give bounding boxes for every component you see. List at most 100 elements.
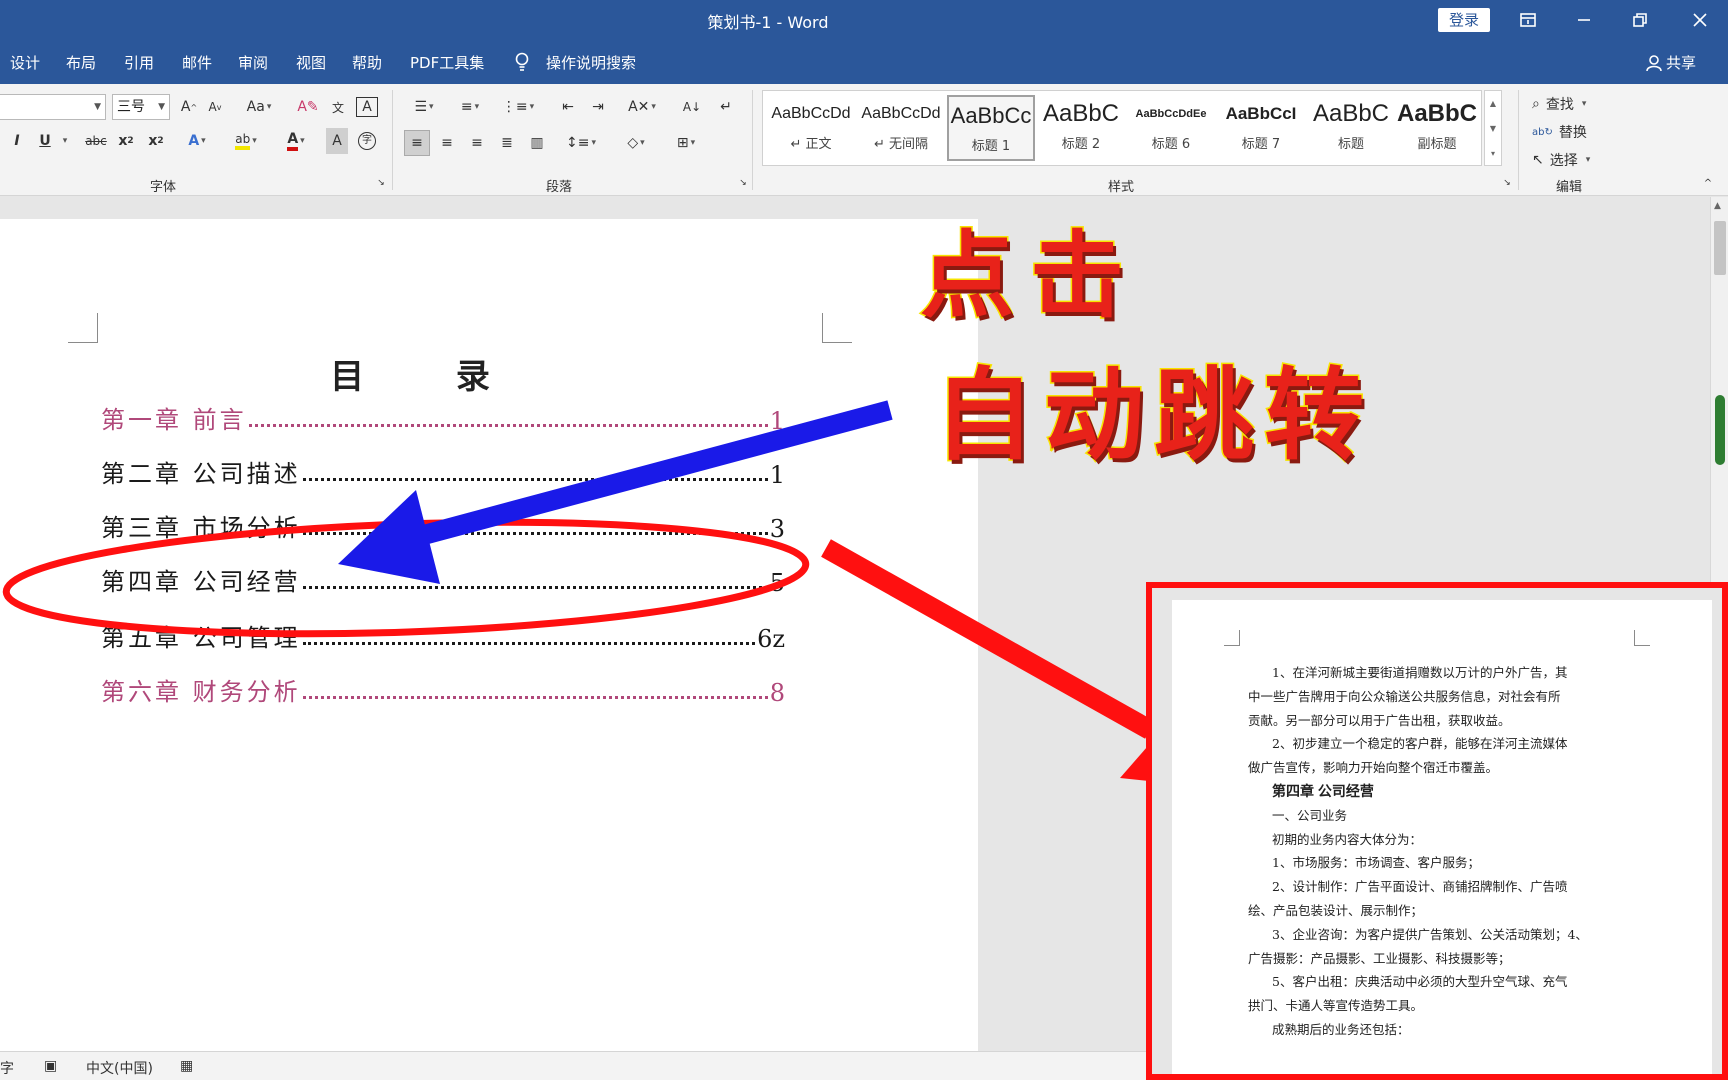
style-name: ↵ 正文 (790, 137, 832, 152)
find-button[interactable]: ⌕ 查找 ▾ (1532, 94, 1586, 114)
style-subtitle[interactable]: AaBbC 副标题 (1393, 95, 1481, 161)
scroll-thumb[interactable] (1714, 221, 1726, 275)
distributed-icon[interactable]: ▥ (524, 130, 550, 156)
toc-entry[interactable]: 第五章 公司管理 6z (101, 619, 785, 653)
restore-icon[interactable] (1612, 0, 1668, 40)
style-title[interactable]: AaBbC 标题 (1307, 95, 1395, 161)
share-button[interactable]: 共享 (1646, 52, 1696, 73)
align-center-icon[interactable]: ≡ (434, 130, 460, 156)
style-no-spacing[interactable]: AaBbCcDd ↵ 无间隔 (857, 95, 945, 161)
font-size-combo[interactable]: 三号 ▼ (112, 94, 170, 120)
tab-design[interactable]: 设计 (10, 52, 40, 73)
preview-chapter-heading: 第四章 公司经营 (1272, 783, 1374, 799)
toc-entry[interactable]: 第六章 财务分析 8 (101, 673, 785, 707)
style-name: ↵ 无间隔 (873, 137, 929, 152)
style-normal[interactable]: AaBbCcDd ↵ 正文 (767, 95, 855, 161)
italic-icon[interactable]: I (8, 128, 26, 154)
language-indicator[interactable]: 中文(中国) (86, 1058, 153, 1078)
style-name: 标题 2 (1061, 137, 1101, 152)
tab-mailings[interactable]: 邮件 (182, 52, 212, 73)
highlight-color-icon[interactable]: ab ▾ (228, 128, 264, 154)
align-right-icon[interactable]: ≡ (464, 130, 490, 156)
superscript-icon[interactable]: x2 (146, 128, 166, 154)
style-sample: AaBbCcDd (771, 105, 851, 122)
tab-references[interactable]: 引用 (124, 52, 154, 73)
show-marks-icon[interactable]: ↵ (714, 94, 738, 120)
close-icon[interactable] (1672, 0, 1728, 40)
shrink-font-icon[interactable]: Av (204, 94, 226, 120)
font-name-combo[interactable]: ▼ (0, 94, 106, 120)
font-dialog-launcher-icon[interactable]: ↘ (374, 176, 388, 190)
font-color-icon[interactable]: A ▾ (278, 128, 314, 154)
style-heading-6[interactable]: AaBbCcDdEe 标题 6 (1127, 95, 1215, 161)
lightbulb-icon (514, 52, 530, 76)
ribbon-display-options-icon[interactable] (1500, 0, 1556, 40)
font-size-value: 三号 (117, 99, 145, 115)
tab-pdf-tools[interactable]: PDF工具集 (410, 52, 484, 73)
grow-font-icon[interactable]: A ^ (178, 94, 200, 120)
tell-me-search[interactable]: 操作说明搜索 (546, 52, 636, 73)
minimize-icon[interactable] (1556, 0, 1612, 40)
margin-corner-mark (68, 313, 98, 343)
gallery-more-icon[interactable]: ▾ (1485, 141, 1501, 166)
styles-gallery-scroll[interactable]: ▲ ▼ ▾ (1484, 90, 1502, 166)
style-heading-7[interactable]: AaBbCcI 标题 7 (1217, 95, 1305, 161)
increase-indent-icon[interactable]: ⇥ (586, 94, 610, 120)
shading-icon[interactable]: ◇ ▾ (616, 130, 656, 156)
document-page[interactable]: 目 录 第一章 前言 1 第二章 公司描述 1 第三章 市场分析 3 第四章 公司经营… (0, 219, 978, 1051)
toc-entry[interactable]: 第一章 前言 1 (101, 401, 785, 435)
word-count[interactable]: 字 (0, 1058, 14, 1078)
styles-dialog-launcher-icon[interactable]: ↘ (1500, 176, 1514, 190)
toc-entry-page: 6z (757, 625, 785, 653)
enclose-characters-icon[interactable]: 字 (356, 128, 378, 154)
multilevel-list-icon[interactable]: ⋮≡ ▾ (496, 94, 540, 120)
group-divider (1518, 90, 1519, 190)
tab-view[interactable]: 视图 (296, 52, 326, 73)
tab-help[interactable]: 帮助 (352, 52, 382, 73)
tab-layout[interactable]: 布局 (66, 52, 96, 73)
bullets-icon[interactable]: ☰ ▾ (404, 94, 444, 120)
sort-icon[interactable]: A↓ (680, 94, 704, 120)
align-left-icon[interactable]: ≡ (404, 130, 430, 156)
scroll-up-icon[interactable]: ▲ (1714, 201, 1721, 211)
login-button[interactable]: 登录 (1438, 8, 1490, 32)
select-label: 选择 (1549, 153, 1578, 169)
clear-formatting-icon[interactable]: A✎ (296, 94, 320, 120)
tab-review[interactable]: 审阅 (238, 52, 268, 73)
collapse-ribbon-icon[interactable]: ^ (1700, 176, 1716, 190)
toc-entry-title: 第六章 财务分析 (101, 678, 301, 706)
gallery-up-icon[interactable]: ▲ (1485, 91, 1501, 116)
character-border-icon[interactable]: A (356, 97, 378, 117)
change-case-icon[interactable]: Aa ▾ (242, 94, 276, 120)
line-spacing-icon[interactable]: ↕≡ ▾ (562, 130, 600, 156)
character-shading-icon[interactable]: A (326, 128, 348, 154)
phonetic-guide-icon[interactable]: 文 (326, 94, 350, 120)
justify-icon[interactable]: ≣ (494, 130, 520, 156)
toc-title: 目 录 (330, 357, 530, 397)
underline-icon[interactable]: U (36, 128, 54, 154)
person-icon (1646, 54, 1662, 71)
strikethrough-icon[interactable]: abc (82, 128, 110, 154)
toc-entry[interactable]: 第二章 公司描述 1 (101, 455, 785, 489)
paragraph-dialog-launcher-icon[interactable]: ↘ (736, 176, 750, 190)
accessibility-icon[interactable]: ▦ (180, 1058, 193, 1074)
toc-leader (302, 532, 768, 535)
underline-dropdown-icon[interactable]: ▾ (58, 128, 70, 154)
decrease-indent-icon[interactable]: ⇤ (556, 94, 580, 120)
gallery-down-icon[interactable]: ▼ (1485, 116, 1501, 141)
window-title: 策划书-1 - Word (707, 13, 829, 32)
replace-button[interactable]: ab↻ 替换 (1532, 122, 1587, 142)
style-heading-2[interactable]: AaBbC 标题 2 (1037, 95, 1125, 161)
style-heading-1[interactable]: AaBbCc 标题 1 (947, 95, 1035, 161)
text-effects-icon[interactable]: A ▾ (182, 128, 212, 154)
proofing-icon[interactable]: ▣ (44, 1058, 57, 1074)
borders-icon[interactable]: ⊞ ▾ (666, 130, 706, 156)
chinese-layout-icon[interactable]: A✕ ▾ (622, 94, 662, 120)
select-button[interactable]: ↖ 选择 ▾ (1532, 150, 1590, 170)
subscript-icon[interactable]: x2 (116, 128, 136, 154)
navigation-marker-icon[interactable] (1715, 395, 1725, 465)
toc-entry[interactable]: 第三章 市场分析 3 (101, 509, 785, 543)
toc-entry-chapter-4[interactable]: 第四章 公司经营 5 (101, 563, 785, 597)
preview-text-line: 一、公司业务 (1272, 807, 1348, 823)
numbering-icon[interactable]: ≡ ▾ (450, 94, 490, 120)
